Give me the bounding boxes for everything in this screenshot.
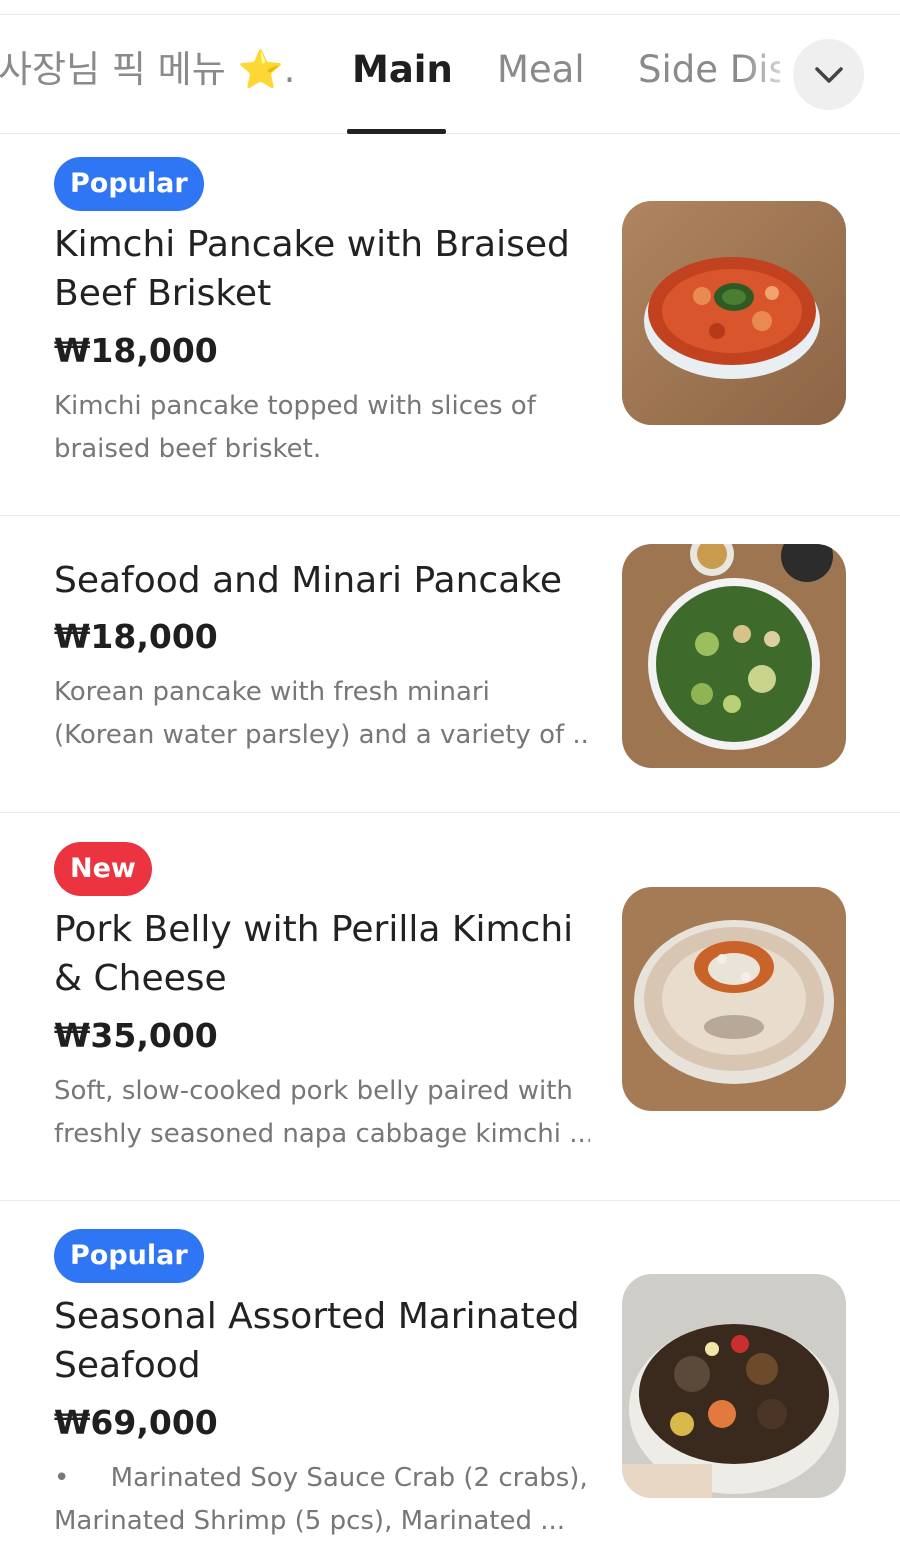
menu-item-title: Kimchi Pancake with Braised	[54, 224, 570, 265]
menu-item-description: • Marinated Soy Sauce Crab (2 crabs),	[54, 1463, 588, 1493]
menu-item-description-line2: Marinated Shrimp (5 pcs), Marinated ...	[54, 1506, 566, 1536]
menu-item-price: ₩69,000	[54, 1403, 218, 1442]
menu-item-title: Pork Belly with Perilla Kimchi	[54, 909, 574, 950]
tab-owner-pick[interactable]: 사장님 픽 메뉴 ⭐...	[0, 48, 298, 92]
menu-item-description-line2: braised beef brisket.	[54, 434, 322, 464]
menu-item-description: Korean pancake with fresh minari	[54, 677, 490, 707]
menu-item-title-line2: & Cheese	[54, 958, 227, 999]
category-tab-bar: 사장님 픽 메뉴 ⭐... Main Meal Side Dis	[0, 15, 900, 134]
menu-item-photo	[622, 201, 846, 425]
menu-item-description-line2: freshly seasoned napa cabbage kimchi ...	[54, 1119, 590, 1149]
menu-item-title-line2: Seafood	[54, 1345, 201, 1386]
popular-badge: Popular	[54, 157, 204, 211]
item-divider	[0, 515, 900, 516]
menu-item-title-line2: Beef Brisket	[54, 273, 272, 314]
tab-main[interactable]: Main	[352, 48, 453, 92]
item-divider	[0, 812, 900, 813]
tab-meal[interactable]: Meal	[497, 48, 585, 92]
chevron-down-icon	[814, 66, 843, 83]
expand-categories-button[interactable]	[793, 39, 864, 110]
active-tab-indicator	[347, 129, 446, 134]
popular-badge: Popular	[54, 1229, 204, 1283]
item-divider	[0, 1200, 900, 1201]
menu-item-photo	[622, 544, 846, 768]
menu-item-photo	[622, 887, 846, 1111]
menu-item-description: Soft, slow-cooked pork belly paired with	[54, 1076, 573, 1106]
menu-item-title: Seafood and Minari Pancake	[54, 560, 562, 601]
menu-item-price: ₩18,000	[54, 617, 218, 656]
menu-item-price: ₩35,000	[54, 1016, 218, 1055]
menu-item-photo	[622, 1274, 846, 1498]
menu-item-description-line2: (Korean water parsley) and a variety of …	[54, 720, 590, 750]
menu-item-title: Seasonal Assorted Marinated	[54, 1296, 580, 1337]
new-badge: New	[54, 842, 152, 896]
menu-item-price: ₩18,000	[54, 331, 218, 370]
menu-item-description: Kimchi pancake topped with slices of	[54, 391, 536, 421]
